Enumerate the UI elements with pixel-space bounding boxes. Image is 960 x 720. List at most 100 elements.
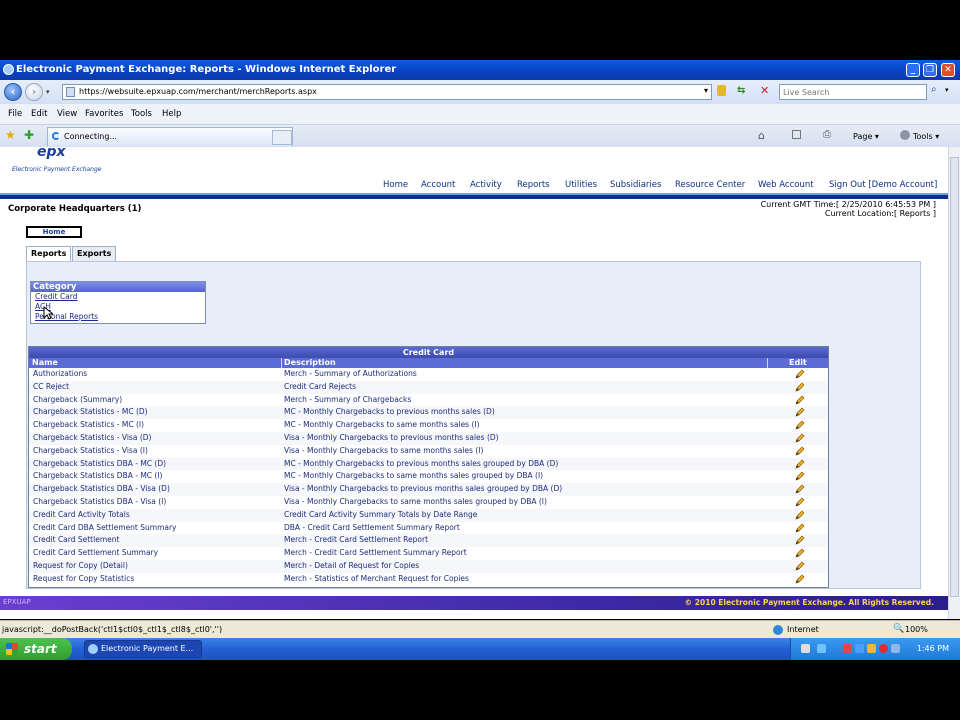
tray-shield-icon[interactable] [867, 644, 876, 653]
nav-utilities[interactable]: Utilities [565, 180, 597, 190]
report-name-link[interactable]: Request for Copy (Detail) [33, 560, 128, 573]
category-ach[interactable]: ACH [31, 302, 205, 312]
tools-menu[interactable]: Tools ▾ [913, 132, 939, 141]
edit-pencil-icon[interactable] [794, 523, 805, 533]
zoom-icon[interactable]: 🔍 [893, 624, 904, 634]
report-name-link[interactable]: Credit Card DBA Settlement Summary [33, 522, 177, 535]
report-name-link[interactable]: Chargeback Statistics DBA - MC (D) [33, 458, 166, 471]
start-button[interactable]: start [0, 638, 72, 660]
edit-pencil-icon[interactable] [794, 446, 805, 456]
search-icon[interactable]: ⌕ [931, 84, 937, 95]
nav-home[interactable]: Home [383, 180, 408, 190]
back-button[interactable]: ‹ [4, 83, 22, 101]
menu-edit[interactable]: Edit [31, 109, 47, 119]
taskbar-item-ie[interactable]: Electronic Payment E... [84, 640, 202, 658]
window-title-bar[interactable]: Electronic Payment Exchange: Reports - W… [0, 60, 960, 80]
tray-clock[interactable]: 1:46 PM [917, 644, 949, 653]
report-name-link[interactable]: Chargeback Statistics DBA - Visa (I) [33, 496, 166, 509]
nav-web-account[interactable]: Web Account [758, 180, 814, 190]
report-name-link[interactable]: Chargeback Statistics - MC (I) [33, 419, 144, 432]
nav-activity[interactable]: Activity [470, 180, 502, 190]
menu-view[interactable]: View [57, 109, 77, 119]
lock-icon[interactable] [717, 85, 726, 96]
print-icon[interactable]: ⎙ [823, 129, 831, 140]
edit-pencil-icon[interactable] [794, 510, 805, 520]
forward-button[interactable]: › [25, 83, 43, 101]
restore-button[interactable]: ❐ [923, 63, 937, 77]
new-tab-button[interactable] [272, 130, 292, 145]
nav-reports[interactable]: Reports [517, 180, 550, 190]
edit-pencil-icon[interactable] [794, 548, 805, 558]
feeds-icon[interactable] [792, 130, 801, 139]
report-name-link[interactable]: Chargeback Statistics - MC (D) [33, 406, 148, 419]
edit-pencil-icon[interactable] [794, 471, 805, 481]
favorites-star-icon[interactable]: ★ [5, 128, 16, 142]
edit-pencil-icon[interactable] [794, 535, 805, 545]
tab-reports[interactable]: Reports [26, 246, 72, 261]
add-favorite-icon[interactable]: ✚ [24, 128, 34, 142]
menu-tools[interactable]: Tools [131, 109, 152, 119]
home-icon[interactable]: ⌂ [758, 129, 765, 142]
address-field[interactable]: https://websuite.epxuap.com/merchant/mer… [62, 84, 712, 100]
tray-help-icon[interactable] [801, 644, 810, 653]
close-button[interactable]: ✕ [941, 63, 955, 77]
report-name-link[interactable]: Chargeback (Summary) [33, 394, 122, 407]
report-name-link[interactable]: Credit Card Activity Totals [33, 509, 130, 522]
edit-pencil-icon[interactable] [794, 497, 805, 507]
minimize-button[interactable]: _ [906, 63, 920, 77]
edit-pencil-icon[interactable] [794, 420, 805, 430]
address-dropdown-icon[interactable]: ▾ [704, 86, 708, 95]
browser-tab[interactable]: Connecting... [47, 127, 293, 146]
category-credit-card[interactable]: Credit Card [31, 292, 205, 302]
history-dropdown-icon[interactable]: ▾ [46, 88, 50, 96]
report-name-link[interactable]: CC Reject [33, 381, 69, 394]
column-edit[interactable]: Edit [789, 358, 807, 368]
search-input[interactable] [780, 85, 926, 99]
edit-pencil-icon[interactable] [794, 395, 805, 405]
vertical-scrollbar[interactable] [948, 147, 960, 619]
edit-pencil-icon[interactable] [794, 484, 805, 494]
category-personal-reports[interactable]: Personal Reports [31, 312, 205, 322]
report-name-link[interactable]: Chargeback Statistics - Visa (I) [33, 445, 148, 458]
edit-pencil-icon[interactable] [794, 459, 805, 469]
edit-pencil-icon[interactable] [794, 574, 805, 584]
report-name-link[interactable]: Chargeback Statistics DBA - MC (I) [33, 470, 162, 483]
report-name-link[interactable]: Credit Card Settlement [33, 534, 119, 547]
menu-file[interactable]: File [8, 109, 22, 119]
nav-resource-center[interactable]: Resource Center [675, 180, 745, 190]
column-description[interactable]: Description [284, 358, 336, 368]
url-text[interactable]: https://websuite.epxuap.com/merchant/mer… [79, 87, 317, 96]
tray-network-icon[interactable] [817, 644, 826, 653]
menu-favorites[interactable]: Favorites [85, 109, 123, 119]
report-name-link[interactable]: Authorizations [33, 368, 87, 381]
menu-help[interactable]: Help [162, 109, 181, 119]
tray-app-icon[interactable] [855, 644, 864, 653]
report-name-link[interactable]: Credit Card Settlement Summary [33, 547, 158, 560]
edit-pencil-icon[interactable] [794, 433, 805, 443]
zoom-level[interactable]: 100% [905, 625, 928, 634]
nav-sign-out[interactable]: Sign Out [Demo Account] [829, 180, 937, 190]
page-menu[interactable]: Page ▾ [853, 132, 879, 141]
tray-security-icon[interactable] [843, 644, 852, 653]
edit-pencil-icon[interactable] [794, 561, 805, 571]
report-name-link[interactable]: Chargeback Statistics DBA - Visa (D) [33, 483, 170, 496]
tab-exports[interactable]: Exports [72, 246, 117, 261]
search-dropdown-icon[interactable]: ▾ [945, 86, 949, 94]
gear-icon[interactable] [900, 130, 910, 140]
refresh-icon[interactable]: ⇆ [737, 85, 745, 96]
tray-volume-icon[interactable] [891, 644, 900, 653]
search-field[interactable] [779, 84, 927, 100]
tray-antivirus-icon[interactable] [879, 644, 888, 653]
column-name[interactable]: Name [32, 358, 58, 368]
report-name-link[interactable]: Request for Copy Statistics [33, 573, 134, 586]
report-name-link[interactable]: Chargeback Statistics - Visa (D) [33, 432, 151, 445]
home-button[interactable]: Home [26, 226, 82, 238]
edit-pencil-icon[interactable] [794, 382, 805, 392]
site-logo[interactable]: epx [37, 147, 66, 159]
edit-pencil-icon[interactable] [794, 369, 805, 379]
scrollbar-thumb[interactable] [950, 157, 959, 597]
nav-account[interactable]: Account [421, 180, 455, 190]
edit-pencil-icon[interactable] [794, 407, 805, 417]
stop-icon[interactable]: ✕ [760, 84, 769, 97]
nav-subsidiaries[interactable]: Subsidiaries [610, 180, 661, 190]
